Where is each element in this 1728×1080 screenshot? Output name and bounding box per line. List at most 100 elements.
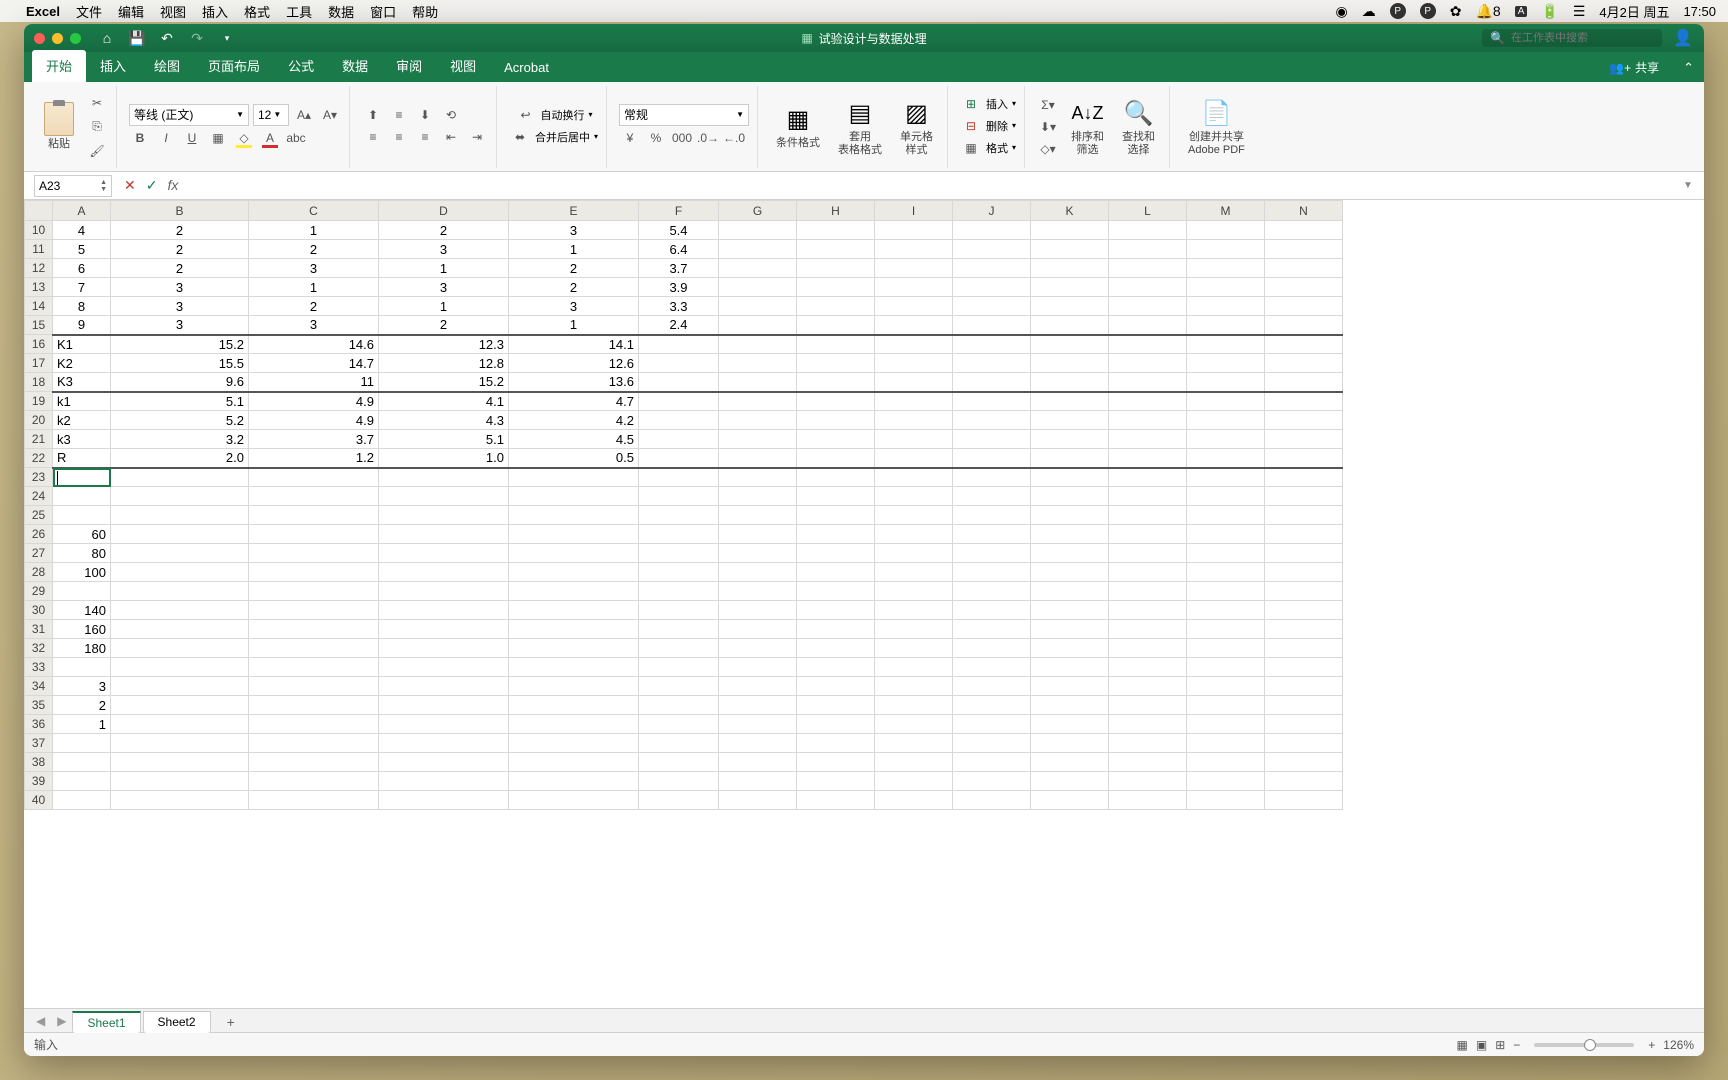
cell-N37[interactable] bbox=[1265, 734, 1343, 753]
cell-N24[interactable] bbox=[1265, 487, 1343, 506]
battery-icon[interactable]: 🔋 bbox=[1541, 3, 1558, 20]
cell-L29[interactable] bbox=[1109, 582, 1187, 601]
cell-H23[interactable] bbox=[797, 468, 875, 487]
cell-E38[interactable] bbox=[509, 753, 639, 772]
cell-C15[interactable]: 3 bbox=[249, 316, 379, 335]
cell-N27[interactable] bbox=[1265, 544, 1343, 563]
cell-H24[interactable] bbox=[797, 487, 875, 506]
cell-K39[interactable] bbox=[1031, 772, 1109, 791]
cell-styles-button[interactable]: ▨单元格 样式 bbox=[894, 95, 939, 157]
cell-E35[interactable] bbox=[509, 696, 639, 715]
cell-B38[interactable] bbox=[111, 753, 249, 772]
cell-A18[interactable]: K3 bbox=[53, 373, 111, 392]
cell-J25[interactable] bbox=[953, 506, 1031, 525]
cell-G24[interactable] bbox=[719, 487, 797, 506]
cell-H22[interactable] bbox=[797, 449, 875, 468]
cell-D29[interactable] bbox=[379, 582, 509, 601]
cell-G11[interactable] bbox=[719, 240, 797, 259]
cell-L31[interactable] bbox=[1109, 620, 1187, 639]
cell-H35[interactable] bbox=[797, 696, 875, 715]
cell-D11[interactable]: 3 bbox=[379, 240, 509, 259]
align-right-icon[interactable]: ≡ bbox=[414, 127, 436, 147]
cell-M10[interactable] bbox=[1187, 221, 1265, 240]
currency-icon[interactable]: ¥ bbox=[619, 128, 641, 148]
menu-insert[interactable]: 插入 bbox=[202, 2, 228, 21]
cell-M17[interactable] bbox=[1187, 354, 1265, 373]
cell-E15[interactable]: 1 bbox=[509, 316, 639, 335]
cell-C28[interactable] bbox=[249, 563, 379, 582]
cell-M34[interactable] bbox=[1187, 677, 1265, 696]
cell-K14[interactable] bbox=[1031, 297, 1109, 316]
row-header-14[interactable]: 14 bbox=[25, 297, 53, 316]
cell-I40[interactable] bbox=[875, 791, 953, 810]
cell-M36[interactable] bbox=[1187, 715, 1265, 734]
cell-B40[interactable] bbox=[111, 791, 249, 810]
col-header-C[interactable]: C bbox=[249, 201, 379, 221]
cell-B22[interactable]: 2.0 bbox=[111, 449, 249, 468]
cell-B23[interactable] bbox=[111, 468, 249, 487]
cell-L39[interactable] bbox=[1109, 772, 1187, 791]
cell-K36[interactable] bbox=[1031, 715, 1109, 734]
cell-B30[interactable] bbox=[111, 601, 249, 620]
cell-C34[interactable] bbox=[249, 677, 379, 696]
cell-B25[interactable] bbox=[111, 506, 249, 525]
redo-icon[interactable]: ↷ bbox=[189, 30, 205, 46]
cell-H30[interactable] bbox=[797, 601, 875, 620]
cell-L15[interactable] bbox=[1109, 316, 1187, 335]
formula-expand-icon[interactable]: ▼ bbox=[1678, 180, 1698, 191]
cell-I36[interactable] bbox=[875, 715, 953, 734]
cell-B33[interactable] bbox=[111, 658, 249, 677]
row-header-37[interactable]: 37 bbox=[25, 734, 53, 753]
cell-M30[interactable] bbox=[1187, 601, 1265, 620]
cell-L21[interactable] bbox=[1109, 430, 1187, 449]
row-header-15[interactable]: 15 bbox=[25, 316, 53, 335]
cell-M31[interactable] bbox=[1187, 620, 1265, 639]
cell-A40[interactable] bbox=[53, 791, 111, 810]
share-button[interactable]: 👥+ 共享 bbox=[1595, 53, 1673, 82]
bold-button[interactable]: B bbox=[129, 128, 151, 148]
cell-I38[interactable] bbox=[875, 753, 953, 772]
col-header-H[interactable]: H bbox=[797, 201, 875, 221]
cell-K21[interactable] bbox=[1031, 430, 1109, 449]
col-header-L[interactable]: L bbox=[1109, 201, 1187, 221]
cell-A39[interactable] bbox=[53, 772, 111, 791]
cancel-edit-icon[interactable]: ✕ bbox=[124, 177, 136, 194]
cell-I34[interactable] bbox=[875, 677, 953, 696]
cell-H17[interactable] bbox=[797, 354, 875, 373]
cell-G31[interactable] bbox=[719, 620, 797, 639]
menu-window[interactable]: 窗口 bbox=[370, 2, 396, 21]
col-header-B[interactable]: B bbox=[111, 201, 249, 221]
cell-I29[interactable] bbox=[875, 582, 953, 601]
cell-I16[interactable] bbox=[875, 335, 953, 354]
paste-button[interactable]: 粘贴 bbox=[38, 100, 80, 152]
cell-G18[interactable] bbox=[719, 373, 797, 392]
percent-icon[interactable]: % bbox=[645, 128, 667, 148]
cell-E30[interactable] bbox=[509, 601, 639, 620]
cell-J29[interactable] bbox=[953, 582, 1031, 601]
cell-D23[interactable] bbox=[379, 468, 509, 487]
cell-N19[interactable] bbox=[1265, 392, 1343, 411]
cell-I12[interactable] bbox=[875, 259, 953, 278]
cell-G13[interactable] bbox=[719, 278, 797, 297]
tab-review[interactable]: 审阅 bbox=[382, 50, 436, 82]
cell-K27[interactable] bbox=[1031, 544, 1109, 563]
cell-F39[interactable] bbox=[639, 772, 719, 791]
cell-B34[interactable] bbox=[111, 677, 249, 696]
cell-B13[interactable]: 3 bbox=[111, 278, 249, 297]
autosum-icon[interactable]: Σ▾ bbox=[1037, 95, 1059, 115]
cell-I15[interactable] bbox=[875, 316, 953, 335]
cell-C37[interactable] bbox=[249, 734, 379, 753]
menu-help[interactable]: 帮助 bbox=[412, 2, 438, 21]
cell-M40[interactable] bbox=[1187, 791, 1265, 810]
row-header-20[interactable]: 20 bbox=[25, 411, 53, 430]
cell-A25[interactable] bbox=[53, 506, 111, 525]
cell-M22[interactable] bbox=[1187, 449, 1265, 468]
cell-E11[interactable]: 1 bbox=[509, 240, 639, 259]
cell-B35[interactable] bbox=[111, 696, 249, 715]
cell-I31[interactable] bbox=[875, 620, 953, 639]
row-header-40[interactable]: 40 bbox=[25, 791, 53, 810]
cell-F22[interactable] bbox=[639, 449, 719, 468]
sheet-next-icon[interactable]: ▶ bbox=[51, 1014, 72, 1028]
cell-K31[interactable] bbox=[1031, 620, 1109, 639]
cell-A23[interactable] bbox=[53, 468, 111, 487]
